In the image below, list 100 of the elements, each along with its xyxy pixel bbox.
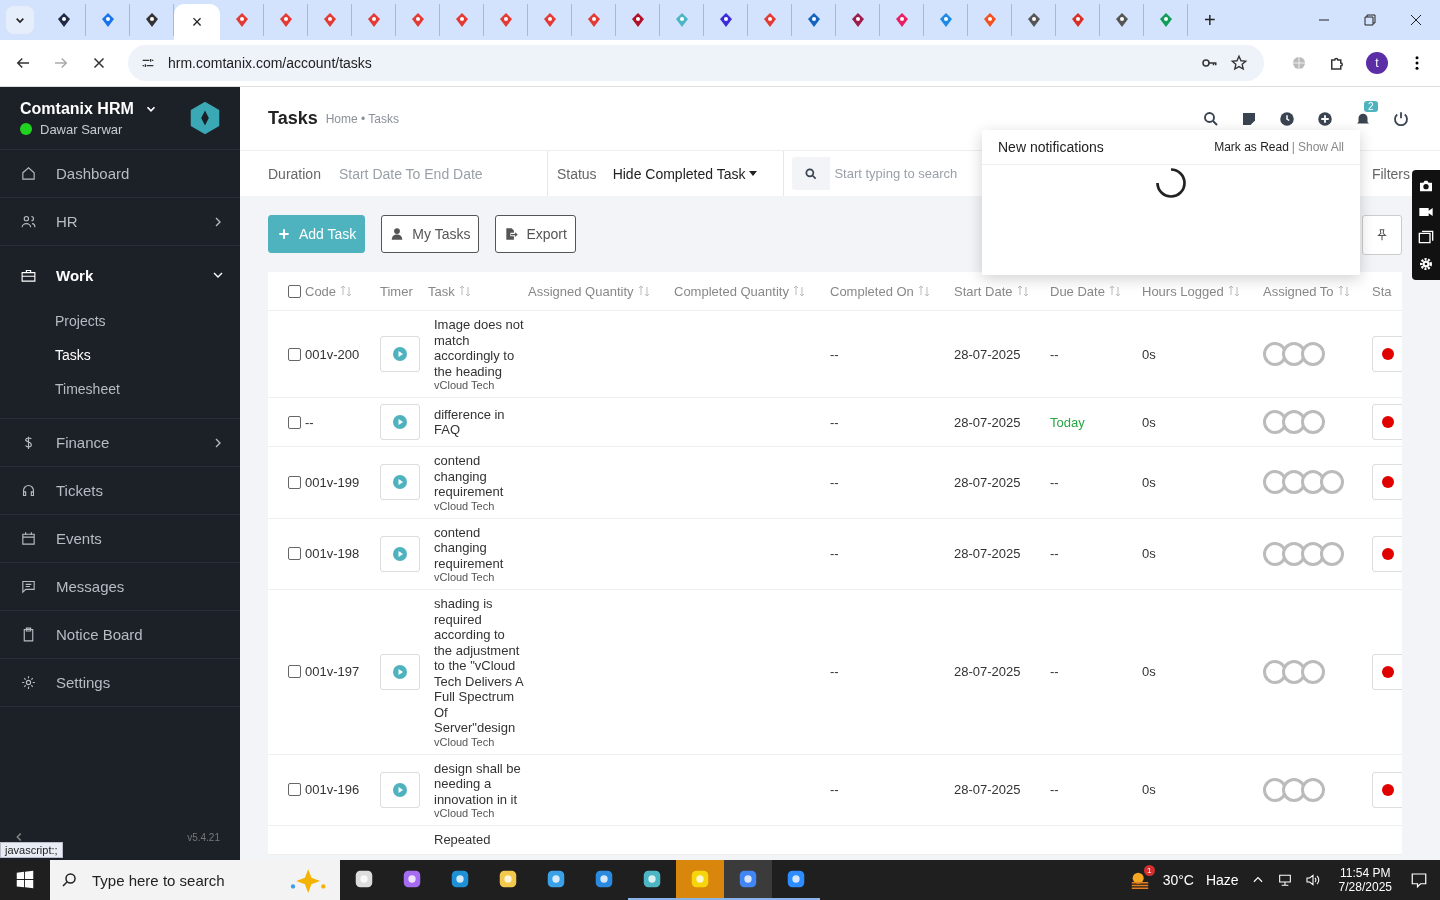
task-name[interactable]: difference in FAQ bbox=[434, 406, 526, 438]
filters-button[interactable]: Filters bbox=[1371, 165, 1410, 182]
avatar bbox=[1263, 410, 1287, 434]
nav-item[interactable]: Finance bbox=[0, 419, 240, 466]
notifications-icon[interactable] bbox=[1410, 871, 1428, 889]
nav-item[interactable]: HR bbox=[0, 198, 240, 245]
temperature[interactable]: 30°C bbox=[1162, 872, 1194, 888]
my-tasks-button[interactable]: My Tasks bbox=[381, 215, 480, 253]
clock-date[interactable]: 7/28/2025 bbox=[1338, 880, 1392, 894]
task-code: 001v-199 bbox=[305, 474, 360, 490]
favicon-icon bbox=[453, 12, 470, 28]
table-cell: -- bbox=[830, 546, 839, 562]
nav-subitem[interactable]: Timesheet bbox=[0, 372, 240, 406]
row-checkbox[interactable] bbox=[288, 347, 301, 361]
tab-search-button[interactable] bbox=[6, 6, 34, 34]
nav-item[interactable]: Dashboard bbox=[0, 150, 240, 197]
column-header[interactable]: Hours Logged bbox=[1142, 283, 1224, 299]
task-name[interactable]: shading is required according to the adjustment to the "vCloud Tech Delivers A Full Spectrum Of Server"design bbox=[434, 596, 526, 736]
nav-subitem[interactable]: Projects bbox=[0, 304, 240, 338]
nav-item[interactable]: Messages bbox=[0, 563, 240, 610]
start-timer-button[interactable] bbox=[380, 464, 420, 501]
project-name: vCloud Tech bbox=[434, 379, 496, 391]
column-header[interactable]: Start Date bbox=[954, 283, 1013, 299]
row-checkbox[interactable] bbox=[288, 475, 301, 489]
profile-avatar[interactable]: t bbox=[1366, 52, 1388, 74]
start-icon[interactable] bbox=[14, 869, 36, 891]
start-date: 28-07-2025 bbox=[954, 664, 1021, 680]
task-name[interactable]: contend changing requirement bbox=[434, 524, 526, 571]
nav-item[interactable]: Settings bbox=[0, 659, 240, 706]
status-button[interactable] bbox=[1372, 464, 1402, 501]
start-timer-button[interactable] bbox=[380, 336, 420, 372]
row-checkbox[interactable] bbox=[288, 547, 301, 561]
status-dropdown[interactable]: Hide Completed Task bbox=[612, 165, 768, 182]
nav-item[interactable]: Events bbox=[0, 515, 240, 562]
clock-icon[interactable] bbox=[1278, 109, 1296, 128]
nav-item[interactable]: Tickets bbox=[0, 467, 240, 514]
taskbar-app[interactable] bbox=[724, 860, 772, 900]
star-icon[interactable] bbox=[1230, 54, 1248, 72]
status-button[interactable] bbox=[1372, 336, 1402, 372]
favicon-icon bbox=[981, 12, 998, 28]
column-header[interactable]: Assigned Quantity bbox=[528, 283, 634, 299]
start-timer-button[interactable] bbox=[380, 535, 420, 572]
row-checkbox[interactable] bbox=[288, 415, 301, 429]
clock-time[interactable]: 11:54 PM bbox=[1340, 866, 1391, 880]
company-name[interactable]: Comtanix HRM bbox=[20, 99, 134, 118]
start-timer-button[interactable] bbox=[380, 653, 420, 690]
show-all-link[interactable]: Show All bbox=[1297, 140, 1344, 154]
favicon-icon bbox=[761, 12, 778, 28]
network-icon[interactable] bbox=[1276, 872, 1293, 888]
status-button[interactable] bbox=[1372, 653, 1402, 690]
nav-item[interactable]: Work bbox=[0, 246, 240, 304]
camera-icon[interactable] bbox=[1418, 178, 1434, 194]
task-name[interactable]: contend changing requirement bbox=[434, 453, 526, 500]
volume-icon[interactable] bbox=[1304, 872, 1321, 888]
browser-tab[interactable]: × bbox=[174, 4, 220, 40]
column-header[interactable]: Assigned To bbox=[1263, 283, 1334, 299]
weather-badge: 1 bbox=[1143, 865, 1155, 876]
app-icon bbox=[641, 868, 663, 890]
task-name[interactable]: design shall be needing a innovation in it bbox=[434, 760, 526, 807]
weather-condition[interactable]: Haze bbox=[1205, 872, 1239, 888]
start-timer-button[interactable] bbox=[380, 771, 420, 808]
task-name[interactable]: Repeated bbox=[434, 832, 526, 848]
windows-icon[interactable] bbox=[1418, 230, 1434, 246]
add-icon[interactable] bbox=[1316, 109, 1334, 128]
status-button[interactable] bbox=[1372, 404, 1402, 440]
export-button[interactable]: Export bbox=[495, 215, 576, 253]
column-header[interactable]: Completed Quantity bbox=[674, 283, 789, 299]
column-header[interactable]: Sta bbox=[1372, 283, 1392, 299]
task-code: 001v-197 bbox=[305, 664, 360, 680]
column-header[interactable]: Timer bbox=[380, 283, 413, 299]
taskbar-search-field[interactable]: Type here to search bbox=[90, 870, 270, 890]
new-tab-button[interactable]: + bbox=[1198, 8, 1222, 32]
avatar bbox=[1282, 659, 1306, 684]
nav-item[interactable]: Notice Board bbox=[0, 611, 240, 658]
search-icon[interactable] bbox=[1202, 109, 1220, 128]
column-header[interactable]: Task bbox=[428, 283, 455, 299]
select-all-checkbox[interactable] bbox=[288, 284, 301, 298]
restore-icon[interactable] bbox=[1362, 12, 1378, 28]
mark-as-read-link[interactable]: Mark as Read bbox=[1214, 140, 1289, 154]
task-name[interactable]: Image does not match accordingly to the heading bbox=[434, 317, 526, 379]
status-button[interactable] bbox=[1372, 771, 1402, 808]
row-checkbox[interactable] bbox=[288, 665, 301, 679]
taskbar-search-box[interactable]: Type here to search bbox=[50, 860, 340, 900]
page-title: Tasks bbox=[268, 108, 318, 129]
tab-close-button[interactable]: × bbox=[191, 11, 203, 33]
status-button[interactable] bbox=[1372, 535, 1402, 572]
nav-subitem[interactable]: Tasks bbox=[0, 338, 240, 372]
start-timer-button[interactable] bbox=[380, 404, 420, 440]
due-date: -- bbox=[1050, 346, 1059, 362]
column-header[interactable]: Completed On bbox=[830, 283, 914, 299]
column-header[interactable]: Code bbox=[305, 283, 337, 299]
pin-icon bbox=[1375, 228, 1389, 242]
row-checkbox[interactable] bbox=[288, 783, 301, 797]
close-icon[interactable] bbox=[1408, 12, 1424, 28]
project-name: vCloud Tech bbox=[434, 807, 496, 819]
power-icon[interactable] bbox=[1392, 109, 1410, 128]
avatar bbox=[1301, 410, 1325, 434]
address-bar[interactable]: hrm.comtanix.com/account/tasks bbox=[128, 45, 1264, 81]
settings-icon[interactable] bbox=[1418, 256, 1434, 272]
column-header[interactable]: Due Date bbox=[1050, 283, 1105, 299]
